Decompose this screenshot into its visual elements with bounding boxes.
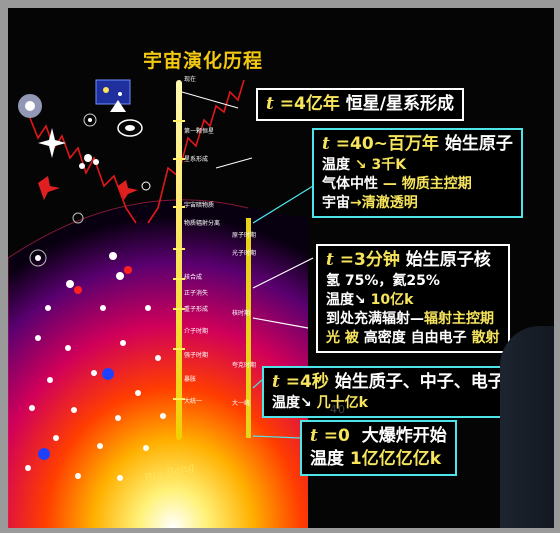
axis-label: 第一颗恒星	[184, 128, 215, 135]
epoch-label: 原子时期	[232, 232, 257, 239]
universe-text: 宇宙	[322, 194, 350, 211]
abundance-text: 氢 75%，氦25%	[326, 272, 440, 289]
epoch-label: 核时期	[232, 310, 251, 317]
epoch-label: 大一统	[232, 400, 251, 407]
temp-value: 10亿k	[370, 291, 414, 308]
event-text: 大爆炸开始	[361, 426, 447, 446]
time-value: =4亿年	[279, 94, 340, 114]
axis-label: 暴胀	[184, 376, 197, 383]
time-var: t	[322, 134, 330, 154]
epoch-label: 夸克时期	[232, 362, 257, 369]
axis-label: 大统一	[184, 398, 203, 405]
time-var: t	[326, 250, 334, 270]
radiation-era-text: 辐射主控期	[424, 310, 494, 327]
time-var: t	[310, 426, 318, 446]
axis-label: 宇宙暗物质	[184, 202, 215, 209]
radiation-text: 到处充满辐射—	[326, 310, 424, 327]
temp-label: 温度	[310, 448, 344, 469]
time-value: =3分钟	[339, 250, 400, 270]
axis-label: 核合成	[184, 274, 203, 281]
box-primordial-atoms: t =40~百万年 始生原子 温度 ↘ 3千K 气体中性 — 物质主控期 宇宙→…	[312, 128, 523, 218]
time-value: =40~百万年	[335, 134, 439, 154]
axis-label: 强子时期	[184, 352, 209, 359]
axis-tick	[173, 248, 185, 250]
box-star-galaxy-formation: t =4亿年 恒星/星系形成	[256, 88, 464, 121]
presenter-silhouette	[500, 326, 554, 528]
dash: —	[382, 175, 397, 192]
event-text: 始生原子核	[405, 250, 491, 270]
axis-label: 现在	[184, 76, 197, 83]
slide-title: 宇宙演化历程	[143, 50, 264, 72]
axis-label: 正子消失	[184, 290, 209, 297]
axis-tick	[173, 120, 185, 122]
density-text: 高密度	[363, 329, 406, 346]
electron-text: 自由电子	[410, 329, 467, 346]
watermark: 40	[330, 403, 346, 416]
time-var: t	[272, 372, 280, 392]
axis-label: 物质辐射分离	[184, 220, 221, 227]
time-value: =0	[323, 426, 350, 446]
down-arrow: ↘	[354, 156, 367, 173]
gas-neutral-text: 气体中性	[322, 175, 378, 192]
light-text: 光 被	[326, 329, 359, 346]
axis-label: 星系形成	[184, 156, 209, 163]
temp-label: 温度↘	[326, 291, 366, 308]
box-primordial-nuclei: t =3分钟 始生原子核 氢 75%，氦25% 温度↘ 10亿k 到处充满辐射—…	[316, 244, 510, 353]
scatter-text: 散射	[471, 329, 500, 346]
slide-frame: 宇宙演化历程 现在 第一颗恒星 星系形成 宇宙暗物质 物质辐射分离 核合成 正子…	[8, 8, 554, 528]
temp-label: 温度↘	[272, 394, 312, 411]
event-text: 始生原子	[444, 134, 513, 154]
temp-value: 1亿亿亿亿k	[349, 448, 442, 469]
timeline-axis	[176, 80, 182, 440]
box-primordial-particles: t =4秒 始生质子、中子、电子 温度↘ 几十亿k	[262, 366, 515, 418]
matter-era-text: 物质主控期	[401, 175, 472, 192]
transparent-text: →清澈透明	[350, 194, 418, 211]
temp-value: 3千K	[371, 156, 407, 173]
time-value: =4秒	[285, 372, 329, 392]
event-text: 始生质子、中子、电子	[334, 372, 505, 392]
temp-label: 温度	[322, 156, 350, 173]
axis-label: 介子时期	[184, 328, 209, 335]
event-text: 恒星/星系形成	[345, 94, 454, 114]
epoch-label: 光子时期	[232, 250, 257, 257]
axis-label: 重子形成	[184, 306, 209, 313]
time-var: t	[266, 94, 274, 114]
box-big-bang: t =0 大爆炸开始 温度 1亿亿亿亿k	[300, 420, 457, 476]
